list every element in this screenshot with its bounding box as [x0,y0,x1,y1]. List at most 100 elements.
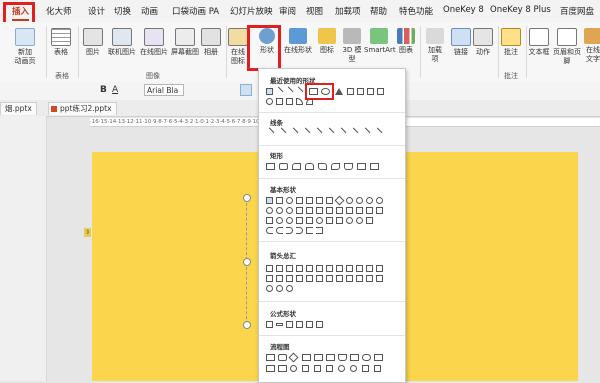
rectangle-variant-icon[interactable] [305,163,314,170]
manual-input-icon[interactable] [266,365,275,372]
align-left-button[interactable] [240,84,252,96]
textbox-button[interactable]: 文本框 [527,28,551,57]
arrow-shape-icon[interactable] [356,275,363,282]
textbox-shape-icon[interactable] [266,197,273,204]
circular-arrow-icon[interactable] [266,285,273,292]
line-shape-icon[interactable] [264,127,275,138]
shape-icon[interactable] [346,207,353,214]
smiley-icon[interactable] [316,217,323,224]
rectangle-shape-icon[interactable] [266,163,275,170]
shape-icon[interactable] [276,197,283,204]
tab-addins[interactable]: 加载项 [335,5,361,17]
rectangle-variant-icon[interactable] [318,163,327,170]
arrow-shape-icon[interactable] [336,275,343,282]
tab-slideshow[interactable]: 幻灯片放映 [230,5,273,17]
arrow-shape-icon[interactable] [346,265,353,272]
collate-icon[interactable] [362,365,369,372]
shape-icon[interactable] [306,217,313,224]
trapezoid-icon[interactable] [326,197,333,204]
terminator-icon[interactable] [362,354,371,361]
shape-icon[interactable] [296,207,303,214]
line-shape-icon[interactable] [288,127,299,138]
album-button[interactable]: 相册 [200,28,222,57]
tab-design[interactable]: 设计 [88,5,105,17]
font-select[interactable]: Arial Bla [144,84,184,96]
arrow-shape-icon[interactable] [366,275,373,282]
donut-icon[interactable] [276,217,283,224]
shape-icon[interactable] [306,197,313,204]
shape-icon[interactable] [326,207,333,214]
icons-button[interactable]: 图标 [316,28,338,55]
shape-icon[interactable] [357,88,364,95]
shape-icon[interactable] [376,207,383,214]
tab-help[interactable]: 帮助 [370,5,387,17]
arrow-shape-icon[interactable] [306,275,313,282]
shape-icon[interactable] [347,88,354,95]
off-page-connector-icon[interactable] [302,365,309,372]
circular-arrow-icon[interactable] [286,285,293,292]
heart-icon[interactable] [326,217,333,224]
comment-button[interactable]: 批注 [500,28,522,57]
line-shape-icon[interactable] [283,86,294,97]
sun-icon[interactable] [346,217,353,224]
shape-icon[interactable] [276,98,283,105]
table-button[interactable]: 表格 [50,28,72,57]
shape-icon[interactable] [336,207,343,214]
shape-icon[interactable] [266,217,273,224]
shape-icon[interactable] [266,98,273,105]
lightning-icon[interactable] [336,217,343,224]
connector-icon[interactable] [312,127,323,138]
arrow-shape-icon[interactable] [376,265,383,272]
chart-button[interactable]: 图表 [396,28,416,55]
no-symbol-icon[interactable] [286,217,293,224]
connector-icon[interactable] [324,127,335,138]
arrow-shape-icon[interactable] [326,265,333,272]
card-icon[interactable] [314,365,321,372]
file-tab[interactable]: ppt练习2.pptx [48,102,117,115]
decagon-icon[interactable] [266,207,273,214]
up-arrow-shape-icon[interactable] [286,265,293,272]
arrow-shape-icon[interactable] [366,265,373,272]
multidocument-icon[interactable] [350,354,359,361]
arrow-shape-icon[interactable] [316,275,323,282]
bold-button[interactable]: B [100,85,107,95]
brace-icon[interactable] [296,227,303,234]
slide-marker[interactable]: ⇕ [84,228,91,237]
shape-icon[interactable] [296,217,303,224]
triangle-shape-icon[interactable] [335,88,343,95]
arrow-shape-icon[interactable] [266,275,273,282]
slide-thumbnail-pane[interactable] [0,116,47,381]
tab-huadashi[interactable]: 化大师 [46,5,72,17]
textbox-shape-icon[interactable] [266,88,273,95]
arrow-shape-icon[interactable] [296,275,303,282]
plus-icon[interactable] [266,321,273,328]
freeform-icon[interactable] [360,127,371,138]
shape-icon[interactable] [316,207,323,214]
right-arrow-shape-icon[interactable] [266,265,273,272]
tab-features[interactable]: 特色功能 [399,5,433,17]
line-shape-icon[interactable] [276,127,287,138]
punched-tape-icon[interactable] [326,365,333,372]
tab-animation[interactable]: 动画 [141,5,158,17]
online-shape-button[interactable]: 在线形状 [282,28,314,55]
curve-icon[interactable] [348,127,359,138]
shape-icon[interactable] [276,207,283,214]
not-equal-icon[interactable] [316,321,323,328]
pentagon-icon[interactable] [346,197,353,204]
oval-shape-icon[interactable] [286,197,293,204]
online-text-button[interactable]: 在线 文字 [583,28,600,64]
online-picture-button[interactable]: 联机图片 [106,28,138,57]
down-arrow-shape-icon[interactable] [377,88,384,95]
shape-icon[interactable] [306,207,313,214]
circular-arrow-icon[interactable] [276,285,283,292]
shape-icon[interactable] [286,98,293,105]
tab-onekey8-plus[interactable]: OneKey 8 Plus [490,5,551,15]
bracket-icon[interactable] [286,227,293,234]
addins-button[interactable]: 加载 项 [424,28,446,64]
diamond-icon[interactable] [334,195,345,206]
curve-connector-icon[interactable] [336,127,347,138]
picture-button[interactable]: 图片 [82,28,104,57]
hexagon-icon[interactable] [356,197,363,204]
brace-icon[interactable] [276,227,283,234]
octagon-icon[interactable] [376,197,383,204]
